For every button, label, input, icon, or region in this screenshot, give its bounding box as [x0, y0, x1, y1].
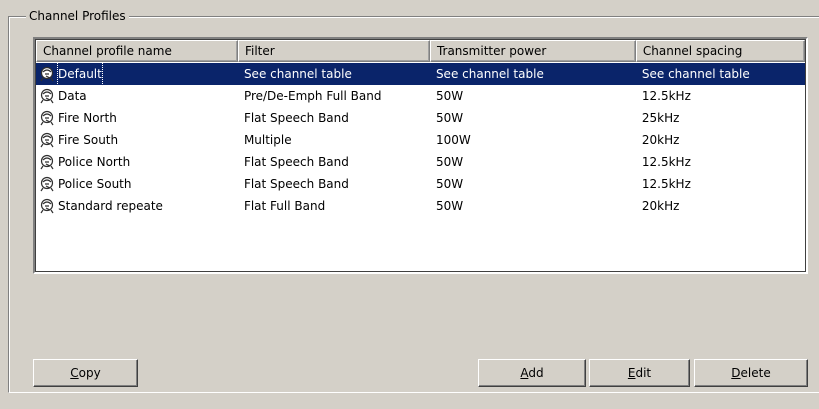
cell-filter: Pre/De-Emph Full Band [243, 89, 382, 103]
cell-filter: Multiple [243, 133, 292, 147]
profile-name: Police North [58, 155, 131, 169]
column-header-name[interactable]: Channel profile name [36, 40, 238, 62]
add-button[interactable]: Add [478, 359, 586, 387]
table-row[interactable]: Standard repeate Flat Full Band 50W 20kHz [36, 195, 805, 217]
cell-filter: Flat Speech Band [243, 155, 349, 169]
copy-button-label: Copy [70, 366, 101, 380]
cell-power: 50W [435, 199, 464, 213]
table-row[interactable]: Fire South Multiple 100W 20kHz [36, 129, 805, 151]
profile-icon [39, 176, 55, 192]
profile-icon [39, 88, 55, 104]
cell-power: 50W [435, 111, 464, 125]
column-header-filter[interactable]: Filter [237, 40, 430, 62]
table-row[interactable]: Data Pre/De-Emph Full Band 50W 12.5kHz [36, 85, 805, 107]
profile-name: Default [57, 63, 103, 85]
profile-icon [39, 132, 55, 148]
list-header: Channel profile name Filter Transmitter … [36, 40, 805, 62]
list-rows: Default See channel table See channel tabl… [36, 63, 805, 217]
cell-name: Standard repeate [36, 195, 238, 217]
cell-power: 50W [435, 177, 464, 191]
cell-spacing: 12.5kHz [641, 177, 691, 191]
cell-spacing: 20kHz [641, 133, 680, 147]
cell-power: 100W [435, 133, 471, 147]
table-row[interactable]: Police North Flat Speech Band 50W 12.5kHz [36, 151, 805, 173]
profile-name: Fire North [58, 111, 117, 125]
add-button-label: Add [520, 366, 544, 380]
cell-power: See channel table [435, 67, 544, 81]
profile-icon [39, 154, 55, 170]
profile-icon [39, 110, 55, 126]
profile-name: Police South [58, 177, 132, 191]
cell-name: Fire North [36, 107, 238, 129]
profile-name: Data [58, 89, 87, 103]
cell-filter: See channel table [243, 67, 352, 81]
cell-power: 50W [435, 89, 464, 103]
profile-name: Standard repeate [58, 199, 163, 213]
cell-spacing: 12.5kHz [641, 155, 691, 169]
profile-icon [39, 66, 55, 82]
edit-button-label: Edit [627, 366, 652, 380]
table-row[interactable]: Fire North Flat Speech Band 50W 25kHz [36, 107, 805, 129]
cell-power: 50W [435, 155, 464, 169]
edit-button[interactable]: Edit [589, 359, 690, 387]
cell-spacing: See channel table [641, 67, 750, 81]
cell-spacing: 12.5kHz [641, 89, 691, 103]
cell-filter: Flat Speech Band [243, 177, 349, 191]
table-row[interactable]: Default See channel table See channel tabl… [36, 63, 805, 85]
cell-name: Police North [36, 151, 238, 173]
channel-profiles-list[interactable]: Channel profile name Filter Transmitter … [33, 37, 808, 274]
cell-filter: Flat Speech Band [243, 111, 349, 125]
cell-name: Default [36, 63, 238, 85]
cell-name: Police South [36, 173, 238, 195]
profile-icon [39, 198, 55, 214]
cell-filter: Flat Full Band [243, 199, 326, 213]
table-row[interactable]: Police South Flat Speech Band 50W 12.5kHz [36, 173, 805, 195]
cell-name: Data [36, 85, 238, 107]
delete-button[interactable]: Delete [694, 359, 808, 387]
column-header-spacing[interactable]: Channel spacing [635, 40, 805, 62]
cell-name: Fire South [36, 129, 238, 151]
delete-button-label: Delete [731, 366, 771, 380]
copy-button[interactable]: Copy [33, 359, 138, 387]
cell-spacing: 25kHz [641, 111, 680, 125]
group-title: Channel Profiles [26, 8, 129, 24]
column-header-power[interactable]: Transmitter power [429, 40, 636, 62]
cell-spacing: 20kHz [641, 199, 680, 213]
profile-name: Fire South [58, 133, 119, 147]
